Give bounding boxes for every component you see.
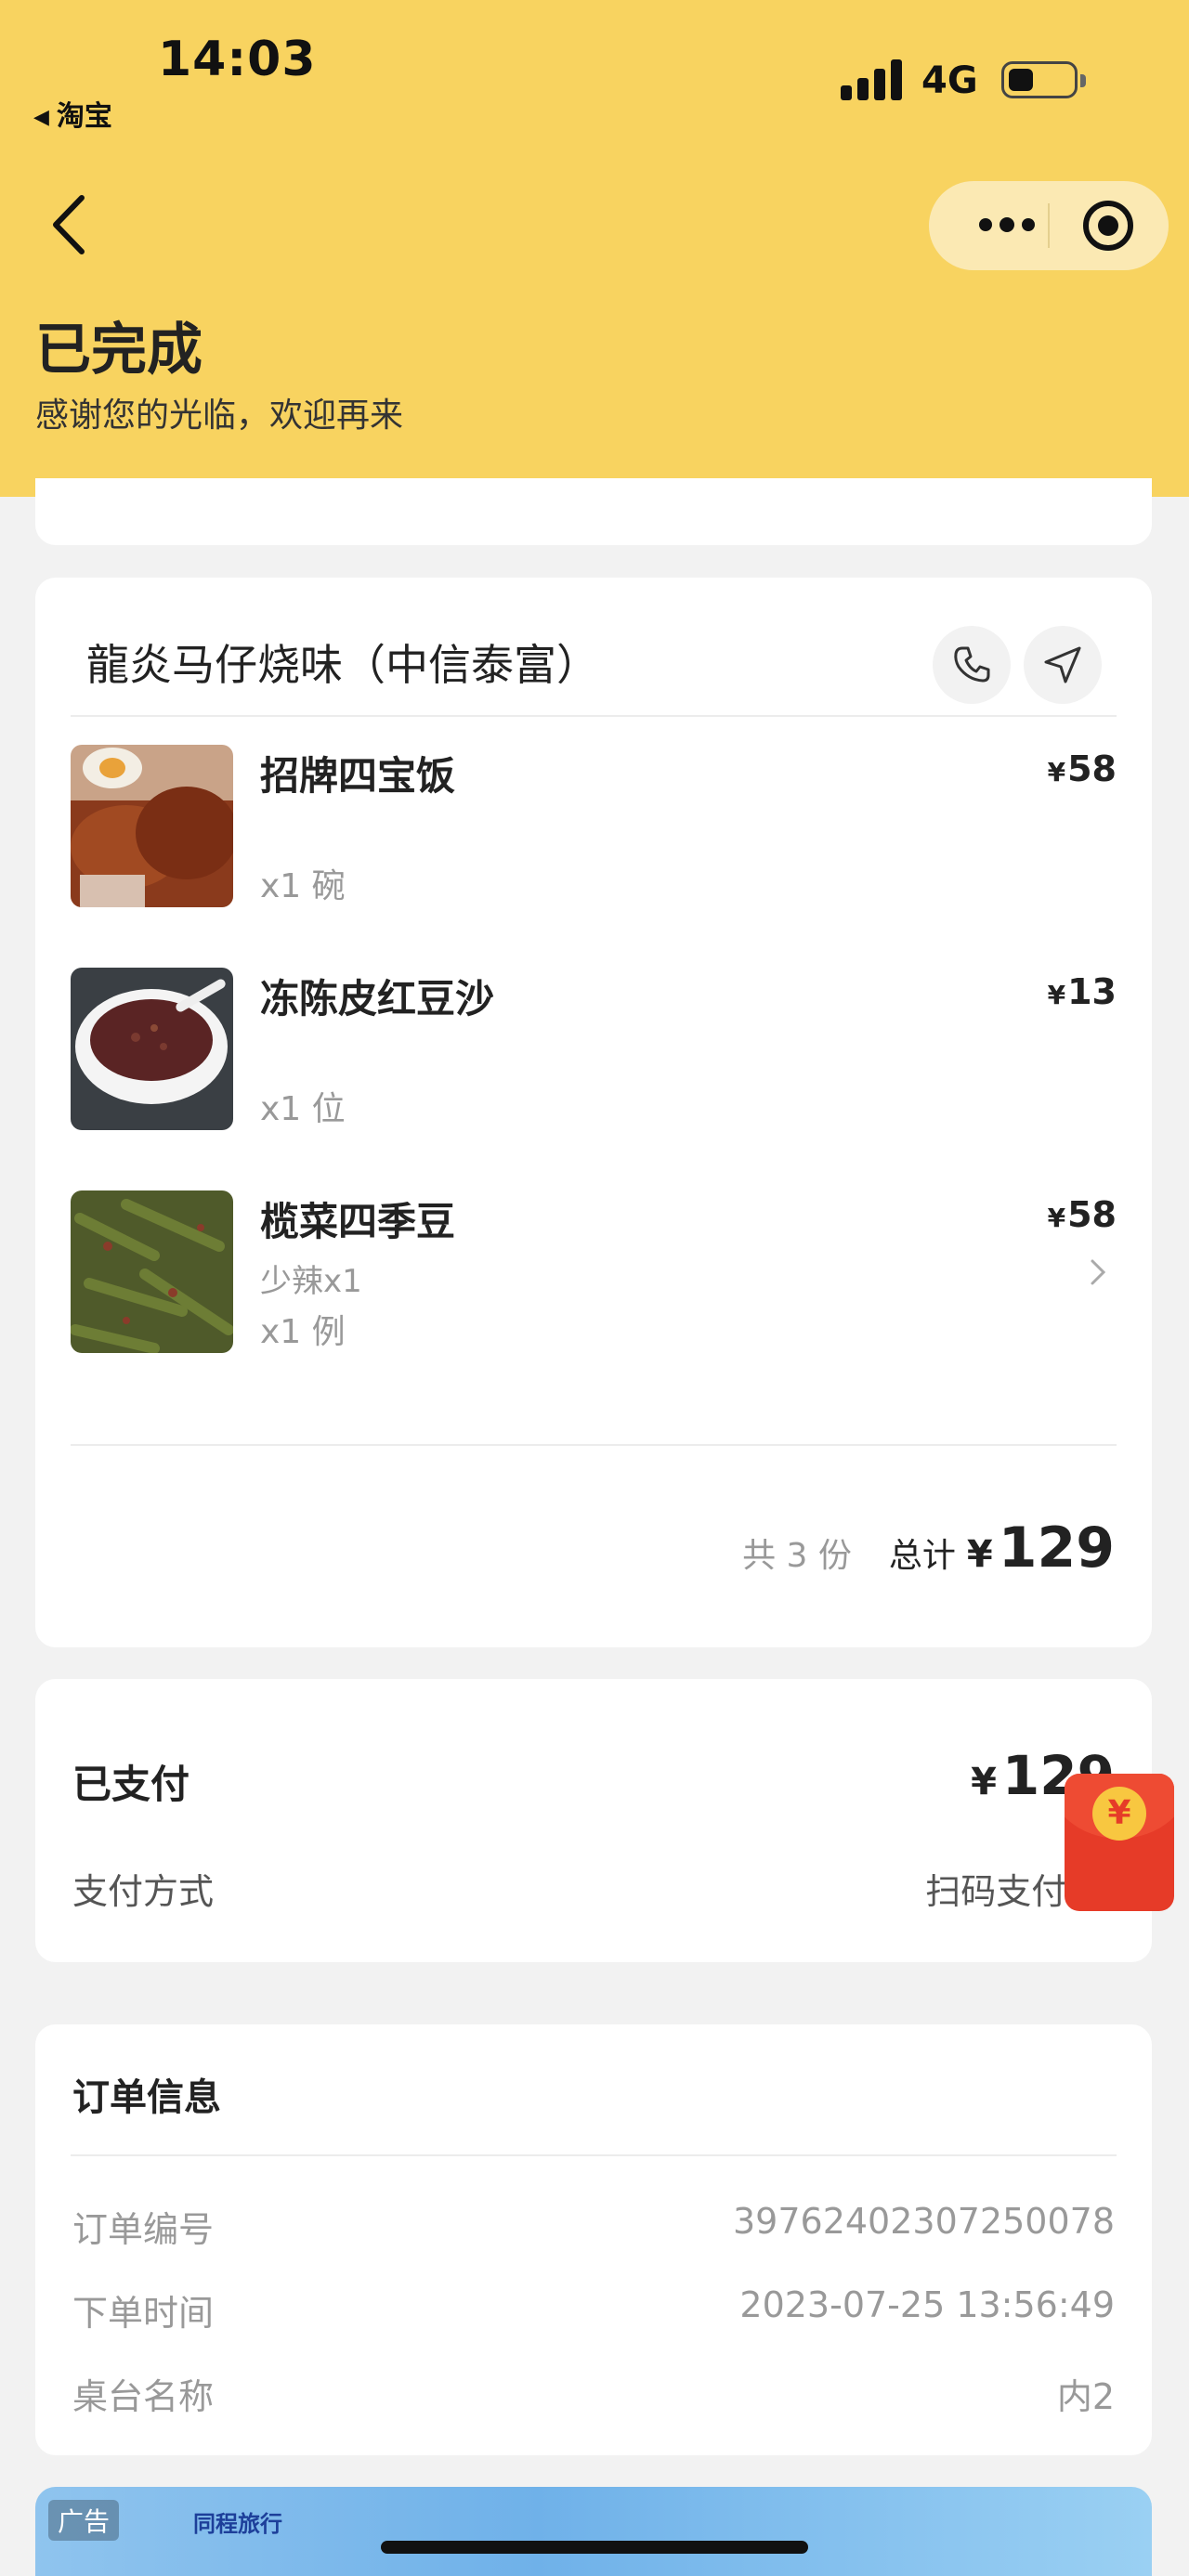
- restaurant-card: 龍炎马仔烧味（中信泰富） 招牌四宝饭 ¥58 x1 碗 冻陈皮红豆沙 ¥13 x…: [35, 578, 1152, 1647]
- red-packet-icon: ¥: [1092, 1787, 1146, 1841]
- divider: [71, 715, 1117, 717]
- order-time-label: 下单时间: [72, 2293, 215, 2334]
- dish-image: [71, 968, 233, 1130]
- signal-icon: [841, 58, 906, 100]
- order-info-card: 订单信息 订单编号 39762402307250078 下单时间 2023-07…: [35, 2024, 1152, 2455]
- payment-card: 已支付 ¥129 支付方式 扫码支付-微: [35, 1679, 1152, 1962]
- ad-banner[interactable]: 广告 同程旅行: [35, 2487, 1152, 2576]
- mini-program-capsule: [929, 181, 1169, 270]
- order-time-value: 2023-07-25 13:56:49: [739, 2284, 1115, 2325]
- order-number-label: 订单编号: [72, 2209, 215, 2250]
- back-app-label: 淘宝: [56, 100, 112, 133]
- red-packet-float-button[interactable]: ¥: [1065, 1774, 1174, 1911]
- dish-name: 榄菜四季豆: [260, 1199, 456, 1244]
- order-number-value[interactable]: 39762402307250078: [733, 2201, 1115, 2242]
- item-count: 共 3 份: [742, 1537, 852, 1575]
- total-amount: 129: [998, 1516, 1115, 1581]
- chevron-right-icon[interactable]: [1089, 1255, 1107, 1289]
- total-label: 总计: [888, 1537, 956, 1575]
- dish-item[interactable]: 冻陈皮红豆沙 ¥13 x1 位: [71, 968, 1117, 1130]
- home-indicator[interactable]: [381, 2541, 808, 2554]
- phone-icon: [954, 646, 990, 683]
- dish-quantity: x1 例: [260, 1313, 346, 1351]
- restaurant-name[interactable]: 龍炎马仔烧味（中信泰富）: [86, 631, 599, 693]
- table-name-label: 桌台名称: [72, 2376, 215, 2417]
- more-dots-icon[interactable]: [964, 181, 1046, 270]
- divider: [71, 2154, 1117, 2156]
- navigation-arrow-icon: [1044, 646, 1081, 683]
- battery-icon: [1001, 61, 1086, 98]
- dish-image: [71, 1190, 233, 1353]
- dish-quantity: x1 碗: [260, 867, 346, 905]
- back-triangle-icon: ◀: [33, 106, 49, 129]
- dish-price: ¥58: [1047, 748, 1117, 789]
- order-time-row: 下单时间 2023-07-25 13:56:49: [72, 2284, 1115, 2334]
- network-type: 4G: [921, 59, 978, 102]
- dish-price: ¥13: [1047, 971, 1117, 1012]
- back-arrow-icon[interactable]: [46, 190, 93, 260]
- ad-brand: 同程旅行: [193, 2511, 282, 2537]
- back-to-app-link[interactable]: ◀ 淘宝: [33, 93, 112, 134]
- ad-tag: 广告: [48, 2500, 120, 2541]
- divider: [71, 1444, 1117, 1446]
- order-total-row: 共 3 份 总计 ¥ 129: [742, 1516, 1115, 1582]
- top-card-edge: [35, 478, 1152, 545]
- dish-item[interactable]: 招牌四宝饭 ¥58 x1 碗: [71, 745, 1117, 907]
- dish-image: [71, 745, 233, 907]
- status-time: 14:03: [158, 32, 317, 87]
- payment-method-label: 支付方式: [72, 1871, 215, 1912]
- navigate-button[interactable]: [1024, 626, 1102, 704]
- paid-label: 已支付: [72, 1762, 190, 1807]
- order-status-title: 已完成: [35, 318, 203, 383]
- currency-symbol: ¥: [966, 1533, 993, 1576]
- close-target-icon[interactable]: [1083, 201, 1133, 251]
- table-name-row: 桌台名称 内2: [72, 2368, 1115, 2417]
- dish-quantity: x1 位: [260, 1090, 346, 1128]
- order-status-subtitle: 感谢您的光临，欢迎再来: [35, 397, 404, 435]
- dish-spec: 少辣x1: [260, 1263, 362, 1300]
- dish-name: 冻陈皮红豆沙: [260, 976, 495, 1021]
- table-name-value: 内2: [1056, 2376, 1115, 2417]
- dish-price: ¥58: [1047, 1194, 1117, 1235]
- order-number-row: 订单编号 39762402307250078: [72, 2201, 1115, 2250]
- dish-name: 招牌四宝饭: [260, 753, 456, 799]
- header: 14:03 ◀ 淘宝 4G 已完成 感谢您的光临，欢迎再来: [0, 0, 1189, 497]
- call-button[interactable]: [933, 626, 1011, 704]
- dish-item[interactable]: 榄菜四季豆 ¥58 少辣x1 x1 例: [71, 1190, 1117, 1353]
- order-info-title: 订单信息: [72, 2076, 221, 2119]
- capsule-divider: [1048, 203, 1050, 248]
